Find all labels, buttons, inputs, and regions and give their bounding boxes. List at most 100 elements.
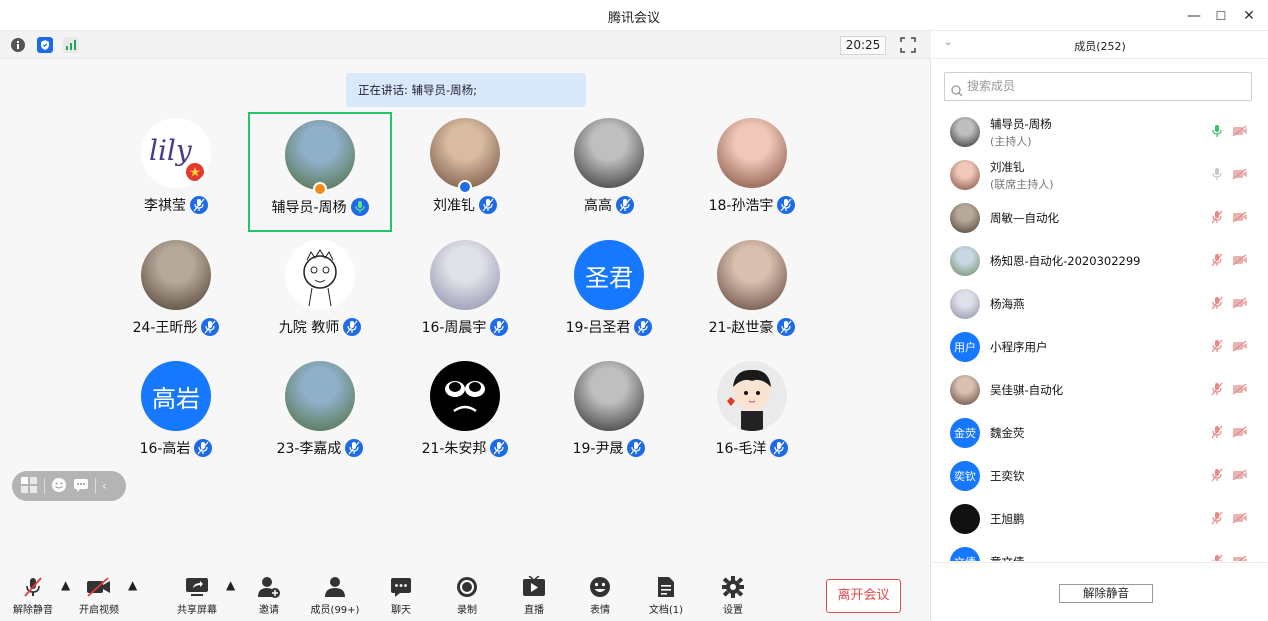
- member-mic-icon[interactable]: [1211, 382, 1223, 399]
- video-options-chevron-icon[interactable]: ▲: [128, 578, 137, 592]
- member-camera-off-icon[interactable]: [1232, 426, 1248, 441]
- member-row[interactable]: 金荧 魏金荧: [932, 412, 1268, 455]
- close-button[interactable]: ✕: [1239, 6, 1259, 26]
- record-button[interactable]: 录制: [439, 576, 495, 616]
- collapse-chevron-icon[interactable]: ‹: [102, 479, 107, 493]
- participant-tile[interactable]: 九院 教师: [248, 234, 392, 354]
- member-mic-icon[interactable]: [1211, 511, 1223, 528]
- emoji-button[interactable]: 表情: [572, 576, 628, 616]
- chat-bubble-icon[interactable]: [73, 477, 89, 496]
- member-mic-icon[interactable]: [1211, 253, 1223, 270]
- participant-avatar: [430, 361, 500, 431]
- member-name: 周敏—自动化: [990, 211, 1059, 225]
- leave-meeting-button[interactable]: 离开会议: [826, 579, 901, 613]
- participant-tile[interactable]: lily 李祺莹: [104, 112, 248, 232]
- search-placeholder: 搜索成员: [967, 79, 1016, 93]
- audio-options-chevron-icon[interactable]: ▲: [61, 578, 70, 592]
- participant-tile[interactable]: 19-尹晟: [537, 355, 681, 475]
- view-switcher[interactable]: ‹: [12, 471, 126, 501]
- participant-tile[interactable]: 16-周晨宇: [393, 234, 537, 354]
- participant-tile[interactable]: 21-朱安邦: [393, 355, 537, 475]
- member-camera-off-icon[interactable]: [1232, 512, 1248, 527]
- participant-tile[interactable]: 18-孙浩宇: [680, 112, 824, 232]
- invite-button[interactable]: 邀请: [241, 576, 297, 616]
- invite-label: 邀请: [259, 605, 279, 616]
- shield-icon[interactable]: [37, 37, 53, 53]
- share-options-chevron-icon[interactable]: ▲: [226, 578, 235, 592]
- member-mic-icon[interactable]: [1211, 425, 1223, 442]
- member-camera-off-icon[interactable]: [1232, 383, 1248, 398]
- member-mic-icon[interactable]: [1211, 339, 1223, 356]
- fullscreen-icon[interactable]: [900, 37, 916, 53]
- member-role: (主持人): [990, 135, 1032, 148]
- participant-tile[interactable]: 23-李嘉成: [248, 355, 392, 475]
- share-screen-button[interactable]: 共享屏幕: [169, 576, 225, 616]
- participant-label: 21-赵世豪: [680, 317, 824, 337]
- docs-label: 文档(1): [648, 605, 684, 616]
- grid-view-icon[interactable]: [20, 476, 38, 497]
- member-row[interactable]: 周敏—自动化: [932, 197, 1268, 240]
- minimize-button[interactable]: —: [1184, 6, 1204, 26]
- participant-tile[interactable]: 21-赵世豪: [680, 234, 824, 354]
- signal-icon[interactable]: [63, 37, 79, 53]
- member-row[interactable]: 杨海燕: [932, 283, 1268, 326]
- start-video-label: 开启视频: [79, 605, 119, 616]
- member-mic-icon[interactable]: [1211, 296, 1223, 313]
- member-name: 杨海燕: [990, 297, 1025, 311]
- start-video-button[interactable]: 开启视频: [71, 576, 127, 616]
- member-list: 辅导员-周杨 (主持人) 刘准钆 (联席主持人) 周敏—自动化杨知恩-自动化-20203…: [932, 111, 1268, 561]
- mic-icon: [490, 318, 509, 336]
- participant-name: 李祺莹: [144, 198, 186, 214]
- member-camera-off-icon[interactable]: [1232, 168, 1248, 183]
- member-search-input[interactable]: 搜索成员: [944, 72, 1252, 101]
- emoji-view-icon[interactable]: [51, 477, 67, 496]
- member-row[interactable]: 刘准钆 (联席主持人): [932, 154, 1268, 197]
- member-mic-icon[interactable]: [1211, 124, 1223, 141]
- member-camera-off-icon[interactable]: [1232, 254, 1248, 269]
- unmute-label: 解除静音: [13, 605, 53, 616]
- member-row[interactable]: 吴佳骐-自动化: [932, 369, 1268, 412]
- member-mic-icon[interactable]: [1211, 468, 1223, 485]
- member-camera-off-icon[interactable]: [1232, 469, 1248, 484]
- member-row[interactable]: 用户 小程序用户: [932, 326, 1268, 369]
- participant-name: 21-朱安邦: [421, 441, 487, 457]
- member-mic-icon[interactable]: [1211, 167, 1223, 184]
- mic-icon: [634, 318, 653, 336]
- participant-tile[interactable]: 刘准钆: [393, 112, 537, 232]
- member-camera-off-icon[interactable]: [1232, 125, 1248, 140]
- member-name: 吴佳骐-自动化: [990, 383, 1064, 397]
- docs-button[interactable]: 文档(1): [638, 576, 694, 616]
- participant-tile[interactable]: 16-毛洋: [680, 355, 824, 475]
- speaking-banner: 正在讲话: 辅导员-周杨;: [346, 73, 586, 107]
- participant-tile[interactable]: 高高: [537, 112, 681, 232]
- member-mic-icon[interactable]: [1211, 554, 1223, 561]
- member-camera-off-icon[interactable]: [1232, 211, 1248, 226]
- member-avatar: [950, 504, 980, 534]
- participant-tile[interactable]: 高岩 16-高岩: [104, 355, 248, 475]
- unmute-all-button[interactable]: 解除静音: [1059, 584, 1153, 603]
- member-row[interactable]: 辅导员-周杨 (主持人): [932, 111, 1268, 154]
- members-button[interactable]: 成员(99+): [307, 576, 363, 616]
- settings-button[interactable]: 设置: [705, 576, 761, 616]
- member-row[interactable]: 文倩童文倩: [932, 541, 1268, 561]
- member-mic-icon[interactable]: [1211, 210, 1223, 227]
- member-name: 王旭鹏: [990, 512, 1025, 526]
- info-icon[interactable]: [10, 37, 26, 53]
- maximize-button[interactable]: ☐: [1211, 6, 1231, 26]
- participant-tile[interactable]: 圣君 19-吕圣君: [537, 234, 681, 354]
- member-camera-off-icon[interactable]: [1232, 297, 1248, 312]
- member-camera-off-icon[interactable]: [1232, 340, 1248, 355]
- live-button[interactable]: 直播: [506, 576, 562, 616]
- participant-tile[interactable]: 24-王昕彤: [104, 234, 248, 354]
- member-row[interactable]: 王旭鹏: [932, 498, 1268, 541]
- participant-name: 刘准钆: [433, 198, 475, 214]
- meeting-clock: 20:25: [840, 36, 886, 55]
- participant-avatar: [285, 120, 355, 190]
- unmute-button[interactable]: 解除静音: [5, 576, 61, 616]
- chat-button[interactable]: 聊天: [373, 576, 429, 616]
- member-camera-off-icon[interactable]: [1232, 555, 1248, 561]
- member-row[interactable]: 奕钦 王奕钦: [932, 455, 1268, 498]
- participant-tile[interactable]: 辅导员-周杨: [248, 112, 392, 232]
- member-row[interactable]: 杨知恩-自动化-2020302299: [932, 240, 1268, 283]
- member-avatar: 奕钦: [950, 461, 980, 491]
